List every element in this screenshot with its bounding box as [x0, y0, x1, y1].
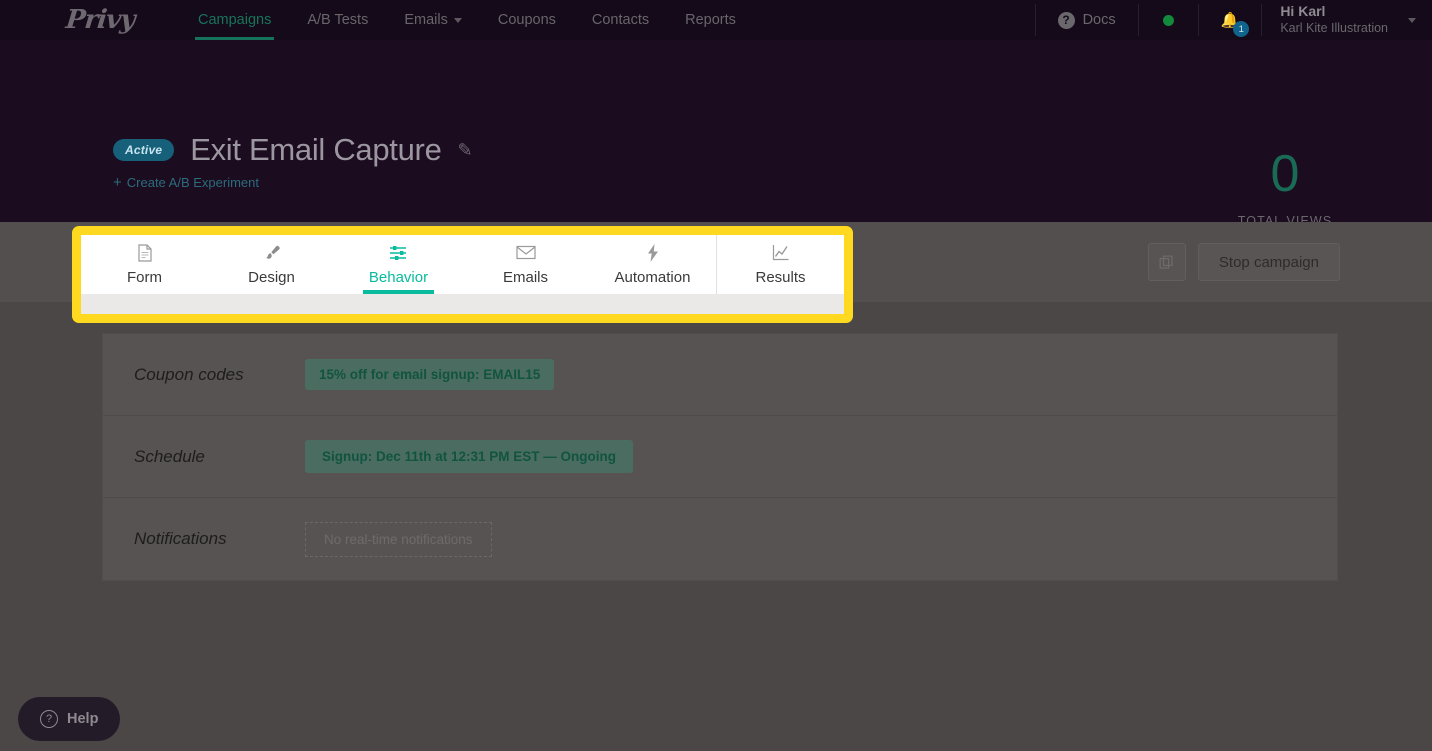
status-dot-icon: [1163, 15, 1174, 26]
tab-emails-label: Emails: [503, 269, 548, 286]
chevron-down-icon: [1408, 18, 1416, 23]
nav-item-campaigns[interactable]: Campaigns: [180, 0, 289, 40]
primary-nav-items: Campaigns A/B Tests Emails Coupons Conta…: [180, 0, 754, 40]
paintbrush-icon: [263, 244, 281, 262]
create-ab-experiment-label: Create A/B Experiment: [127, 175, 259, 190]
behavior-settings-card: Coupon codes 15% off for email signup: E…: [102, 333, 1338, 581]
duplicate-icon: [1158, 254, 1175, 271]
question-circle-icon: ?: [1058, 12, 1075, 29]
docs-label: Docs: [1083, 12, 1116, 28]
settings-row-label: Coupon codes: [134, 365, 305, 385]
status-badge: Active: [113, 139, 174, 161]
pencil-icon[interactable]: ✎: [458, 140, 473, 161]
tab-design-label: Design: [248, 269, 295, 286]
total-views-value: 0: [1230, 148, 1340, 200]
tabs-footer-strip: [81, 294, 844, 314]
user-menu[interactable]: Hi Karl Karl Kite Illustration: [1262, 0, 1432, 40]
notification-count-badge: 1: [1233, 21, 1249, 37]
nav-item-reports-label: Reports: [685, 12, 736, 28]
sliders-icon: [389, 244, 408, 262]
connection-status: [1139, 0, 1198, 40]
settings-row-label: Schedule: [134, 447, 305, 467]
app-root: Privy Campaigns A/B Tests Emails Coupons…: [0, 0, 1432, 751]
nav-item-coupons-label: Coupons: [498, 12, 556, 28]
create-ab-experiment-link[interactable]: + Create A/B Experiment: [113, 175, 259, 190]
tab-form[interactable]: Form: [81, 235, 208, 294]
schedule-value: Signup: Dec 11th at 12:31 PM EST — Ongoi…: [305, 440, 633, 473]
nav-item-ab-tests-label: A/B Tests: [307, 12, 368, 28]
stop-campaign-button[interactable]: Stop campaign: [1198, 243, 1340, 281]
tab-form-label: Form: [127, 269, 162, 286]
envelope-icon: [516, 244, 536, 262]
campaign-title-row: Active Exit Email Capture ✎: [113, 132, 473, 168]
privy-logo-text: Privy: [64, 5, 135, 35]
user-menu-text: Hi Karl Karl Kite Illustration: [1280, 3, 1388, 36]
page-title: Exit Email Capture: [190, 132, 441, 168]
user-greeting: Hi Karl: [1280, 3, 1388, 21]
settings-row-label: Notifications: [134, 529, 305, 549]
campaign-header: Active Exit Email Capture ✎ + Create A/B…: [0, 40, 1432, 222]
tab-emails[interactable]: Emails: [462, 235, 589, 294]
help-widget-label: Help: [67, 711, 98, 727]
nav-item-coupons[interactable]: Coupons: [480, 0, 574, 40]
nav-item-contacts-label: Contacts: [592, 12, 649, 28]
nav-right-cluster: ? Docs 🔔 1 Hi Karl Karl Kite Illustratio…: [1035, 0, 1432, 40]
tab-automation-label: Automation: [615, 269, 691, 286]
notifications-button[interactable]: 🔔 1: [1199, 0, 1262, 40]
plus-icon: +: [113, 175, 122, 190]
chevron-down-icon: [454, 18, 462, 23]
settings-row-coupon-codes[interactable]: Coupon codes 15% off for email signup: E…: [103, 334, 1337, 416]
duplicate-campaign-button[interactable]: [1148, 243, 1186, 281]
docs-link[interactable]: ? Docs: [1036, 0, 1138, 40]
line-chart-icon: [772, 244, 790, 262]
question-circle-icon: ?: [40, 710, 58, 728]
campaign-title-block: Active Exit Email Capture ✎ + Create A/B…: [113, 132, 473, 192]
nav-item-reports[interactable]: Reports: [667, 0, 754, 40]
nav-item-contacts[interactable]: Contacts: [574, 0, 667, 40]
tab-behavior-label: Behavior: [369, 269, 428, 286]
top-navigation-bar: Privy Campaigns A/B Tests Emails Coupons…: [0, 0, 1432, 40]
stop-campaign-label: Stop campaign: [1219, 254, 1319, 271]
tab-behavior[interactable]: Behavior: [335, 235, 462, 294]
nav-item-campaigns-label: Campaigns: [198, 12, 271, 28]
campaign-tabs-row: Form Design: [81, 235, 844, 294]
privy-logo[interactable]: Privy: [0, 0, 180, 40]
campaign-actions: Stop campaign: [1148, 243, 1340, 281]
total-views-stat: 0 TOTAL VIEWS: [1230, 148, 1340, 228]
tab-results[interactable]: Results: [716, 235, 844, 294]
document-icon: [137, 244, 153, 262]
coupon-codes-value: 15% off for email signup: EMAIL15: [305, 359, 554, 390]
campaign-tabs: Form Design: [81, 235, 844, 314]
help-widget-button[interactable]: ? Help: [18, 697, 120, 741]
tab-automation[interactable]: Automation: [589, 235, 716, 294]
tab-active-underline: [363, 290, 434, 294]
user-organization: Karl Kite Illustration: [1280, 21, 1388, 37]
tab-design[interactable]: Design: [208, 235, 335, 294]
tab-results-label: Results: [755, 269, 805, 286]
settings-row-notifications[interactable]: Notifications No real-time notifications: [103, 498, 1337, 580]
settings-row-schedule[interactable]: Schedule Signup: Dec 11th at 12:31 PM ES…: [103, 416, 1337, 498]
nav-item-emails-label: Emails: [404, 12, 448, 28]
nav-item-ab-tests[interactable]: A/B Tests: [289, 0, 386, 40]
nav-item-emails[interactable]: Emails: [386, 0, 480, 40]
tab-bar-highlight: Form Design: [72, 226, 853, 323]
lightning-bolt-icon: [647, 244, 659, 262]
notifications-value: No real-time notifications: [305, 522, 492, 557]
